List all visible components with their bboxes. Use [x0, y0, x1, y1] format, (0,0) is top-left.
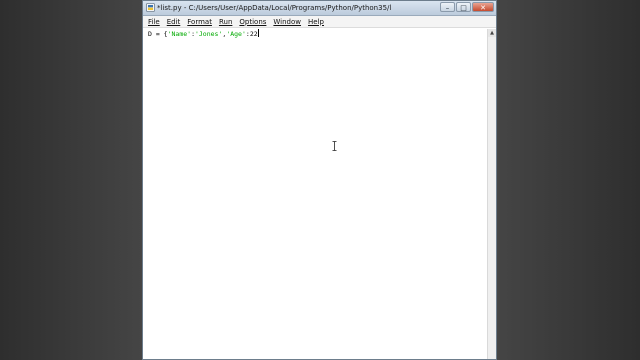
- text-caret: [257, 29, 259, 37]
- menu-options[interactable]: Options: [239, 16, 266, 28]
- menu-run[interactable]: Run: [219, 16, 232, 28]
- title-bar[interactable]: *list.py - C:/Users/User/AppData/Local/P…: [143, 1, 496, 16]
- python-file-icon: [146, 3, 155, 12]
- code-string-name-key: 'Name': [167, 30, 192, 38]
- maximize-button[interactable]: □: [456, 2, 471, 12]
- menu-format[interactable]: Format: [187, 16, 212, 28]
- scroll-up-arrow-icon[interactable]: ▲: [488, 29, 496, 37]
- text-cursor-icon: [332, 141, 337, 151]
- close-button[interactable]: ✕: [472, 2, 494, 12]
- desktop-backdrop-left: [0, 0, 142, 360]
- code-number: 22: [249, 30, 258, 38]
- vertical-scrollbar[interactable]: ▲: [487, 29, 496, 359]
- minimize-button[interactable]: –: [440, 2, 455, 12]
- code-string-jones: 'Jones': [194, 30, 223, 38]
- window-title: *list.py - C:/Users/User/AppData/Local/P…: [157, 4, 392, 12]
- code-string-age-key: 'Age': [226, 30, 246, 38]
- code-editor[interactable]: D = {'Name':'Jones','Age':22: [143, 29, 488, 359]
- window-controls: – □ ✕: [440, 2, 494, 13]
- idle-editor-window: *list.py - C:/Users/User/AppData/Local/P…: [142, 0, 497, 360]
- code-line-1: D = {'Name':'Jones','Age':22: [148, 29, 259, 39]
- menu-edit[interactable]: Edit: [167, 16, 181, 28]
- desktop-backdrop-right: [497, 0, 640, 360]
- menu-bar: File Edit Format Run Options Window Help: [143, 16, 496, 28]
- menu-help[interactable]: Help: [308, 16, 324, 28]
- menu-window[interactable]: Window: [273, 16, 301, 28]
- code-prefix: D = {: [148, 30, 168, 38]
- menu-file[interactable]: File: [148, 16, 160, 28]
